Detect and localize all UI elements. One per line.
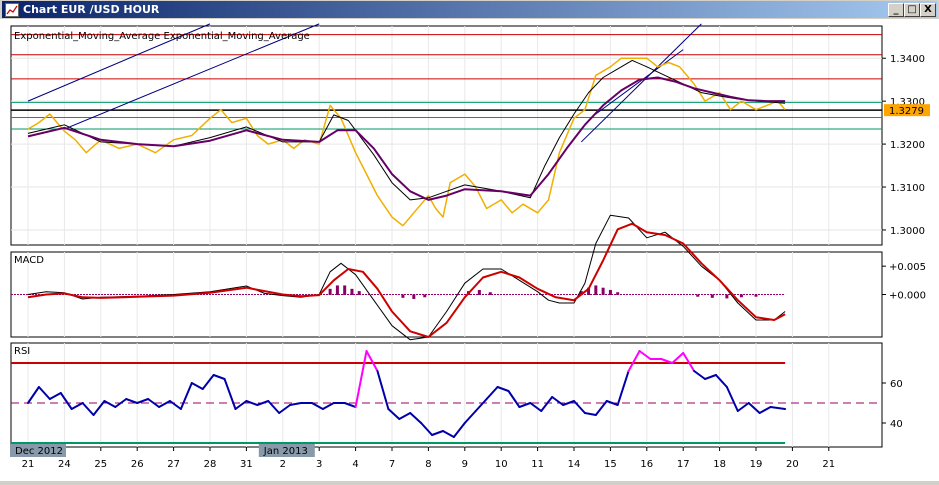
- x-tick-label: 7: [389, 459, 395, 470]
- macd-histogram-bar: [412, 294, 416, 299]
- macd-tick-label: +0.005: [889, 262, 926, 273]
- x-tick-label: 28: [204, 459, 217, 470]
- current-price-label: 1.3279: [889, 106, 924, 117]
- x-tick-label: 10: [495, 459, 508, 470]
- panel-frame-rsi: [10, 342, 883, 448]
- x-tick-label: 15: [604, 459, 617, 470]
- macd-histogram-bar: [401, 294, 405, 298]
- macd-histogram-bar: [343, 285, 347, 295]
- macd-histogram-bar: [725, 294, 729, 299]
- macd-histogram-bar: [601, 287, 605, 295]
- rsi-panel-title: RSI: [14, 346, 30, 357]
- x-tick-label: 16: [640, 459, 653, 470]
- x-tick-label: 26: [131, 459, 144, 470]
- macd-histogram-bar: [335, 285, 339, 295]
- panel-frame-price: [10, 25, 883, 246]
- x-tick-label: 21: [822, 459, 835, 470]
- macd-histogram-bar: [477, 289, 481, 295]
- macd-histogram-bar: [594, 285, 598, 295]
- macd-histogram-bar: [616, 292, 620, 295]
- rsi-tick-label: 60: [890, 379, 903, 390]
- x-tick-label: 17: [677, 459, 690, 470]
- title-bar[interactable]: Chart EUR /USD HOUR _ □ X: [2, 1, 937, 18]
- x-tick-label: 9: [462, 459, 468, 470]
- price-panel-title: Exponential_Moving_Average Exponential_M…: [14, 31, 310, 42]
- macd-panel-title: MACD: [14, 255, 44, 266]
- price-tick-label: 1.3100: [890, 183, 925, 194]
- macd-histogram-bar: [328, 288, 332, 295]
- macd-histogram-bar: [696, 294, 700, 297]
- price-tick-label: 1.3200: [890, 140, 925, 151]
- chart-icon: [5, 3, 19, 17]
- macd-histogram-bar: [754, 294, 758, 297]
- minimize-button[interactable]: _: [888, 3, 904, 17]
- price-tick-label: 1.3400: [890, 54, 925, 65]
- price-tick-label: 1.3000: [890, 226, 925, 237]
- x-tick-label: 20: [786, 459, 799, 470]
- macd-histogram-bar: [423, 294, 427, 298]
- x-tick-label: 31: [240, 459, 253, 470]
- macd-histogram-bar: [608, 289, 612, 295]
- period-label: Jan 2013: [263, 446, 308, 457]
- macd-histogram-bar: [350, 288, 354, 295]
- x-tick-label: 18: [713, 459, 726, 470]
- macd-histogram-bar: [488, 292, 492, 295]
- maximize-button[interactable]: □: [904, 3, 920, 17]
- chart-window: Chart EUR /USD HOUR _ □ X 1.3000 1.3100 1.…: [0, 0, 939, 481]
- x-tick-label: 8: [425, 459, 431, 470]
- x-tick-label: 25: [94, 459, 107, 470]
- x-tick-label: 21: [22, 459, 35, 470]
- x-tick-label: 11: [531, 459, 544, 470]
- x-tick-label: 24: [58, 459, 71, 470]
- x-tick-label: 2: [280, 459, 286, 470]
- x-tick-label: 14: [568, 459, 581, 470]
- x-tick-label: 4: [352, 459, 358, 470]
- x-tick-label: 3: [316, 459, 322, 470]
- macd-histogram-bar: [357, 291, 361, 295]
- rsi-tick-label: 40: [890, 419, 903, 430]
- macd-histogram-bar: [739, 294, 743, 298]
- window-title: Chart EUR /USD HOUR: [23, 3, 160, 16]
- chart-svg: 1.30001.31001.32001.33001.34001.3279Expo…: [10, 23, 930, 470]
- x-tick-label: 19: [750, 459, 763, 470]
- macd-histogram-bar: [710, 294, 714, 298]
- chart-canvas: 1.3000 1.3100 1.3200 1.3300 1.3400 1.3279 Expo…: [0, 19, 939, 481]
- close-button[interactable]: X: [920, 3, 936, 17]
- period-label: Dec 2012: [15, 446, 63, 457]
- x-tick-label: 27: [167, 459, 180, 470]
- macd-tick-label: +0.000: [889, 291, 926, 302]
